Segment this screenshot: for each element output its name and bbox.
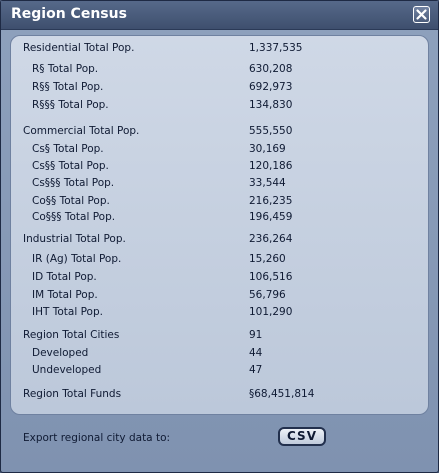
cs1-label: Cs§ Total Pop. [32,143,104,155]
commercial-total-value: 555,550 [249,125,293,137]
window-title: Region Census [11,6,127,22]
cs2-label: Cs§§ Total Pop. [32,160,109,172]
undeveloped-label: Undeveloped [32,364,102,376]
id-label: ID Total Pop. [32,271,97,283]
export-label: Export regional city data to: [23,432,171,444]
title-bar: Region Census [1,1,438,30]
im-label: IM Total Pop. [32,289,98,301]
r2-label: R§§ Total Pop. [32,81,104,93]
cs3-label: Cs§§§ Total Pop. [32,177,115,189]
cities-total-value: 91 [249,329,263,341]
developed-value: 44 [249,347,263,359]
funds-total-label: Region Total Funds [23,388,122,400]
r3-label: R§§§ Total Pop. [32,99,109,111]
r2-value: 692,973 [249,81,293,93]
undeveloped-value: 47 [249,364,263,376]
region-census-window: Region Census Residential Total Pop. 1,3… [0,0,439,473]
co3-label: Co§§§ Total Pop. [32,211,116,223]
cs3-value: 33,544 [249,177,286,189]
residential-total-label: Residential Total Pop. [23,42,135,54]
r1-label: R§ Total Pop. [32,63,99,75]
census-panel: Residential Total Pop. 1,337,535 R§ Tota… [10,35,429,415]
cities-total-label: Region Total Cities [23,329,120,341]
r3-value: 134,830 [249,99,293,111]
co2-value: 216,235 [249,195,293,207]
r1-value: 630,208 [249,63,293,75]
ir-value: 15,260 [249,253,286,265]
developed-label: Developed [32,347,89,359]
commercial-total-label: Commercial Total Pop. [23,125,140,137]
cs2-value: 120,186 [249,160,293,172]
funds-total-value: §68,451,814 [249,388,315,400]
industrial-total-label: Industrial Total Pop. [23,233,126,245]
iht-label: IHT Total Pop. [32,306,103,318]
im-value: 56,796 [249,289,286,301]
industrial-total-value: 236,264 [249,233,293,245]
close-icon[interactable] [413,6,430,23]
csv-button[interactable]: CSV [278,427,326,446]
co2-label: Co§§ Total Pop. [32,195,110,207]
iht-value: 101,290 [249,306,293,318]
ir-label: IR (Ag) Total Pop. [32,253,122,265]
residential-total-value: 1,337,535 [249,42,303,54]
id-value: 106,516 [249,271,293,283]
cs1-value: 30,169 [249,143,286,155]
co3-value: 196,459 [249,211,293,223]
